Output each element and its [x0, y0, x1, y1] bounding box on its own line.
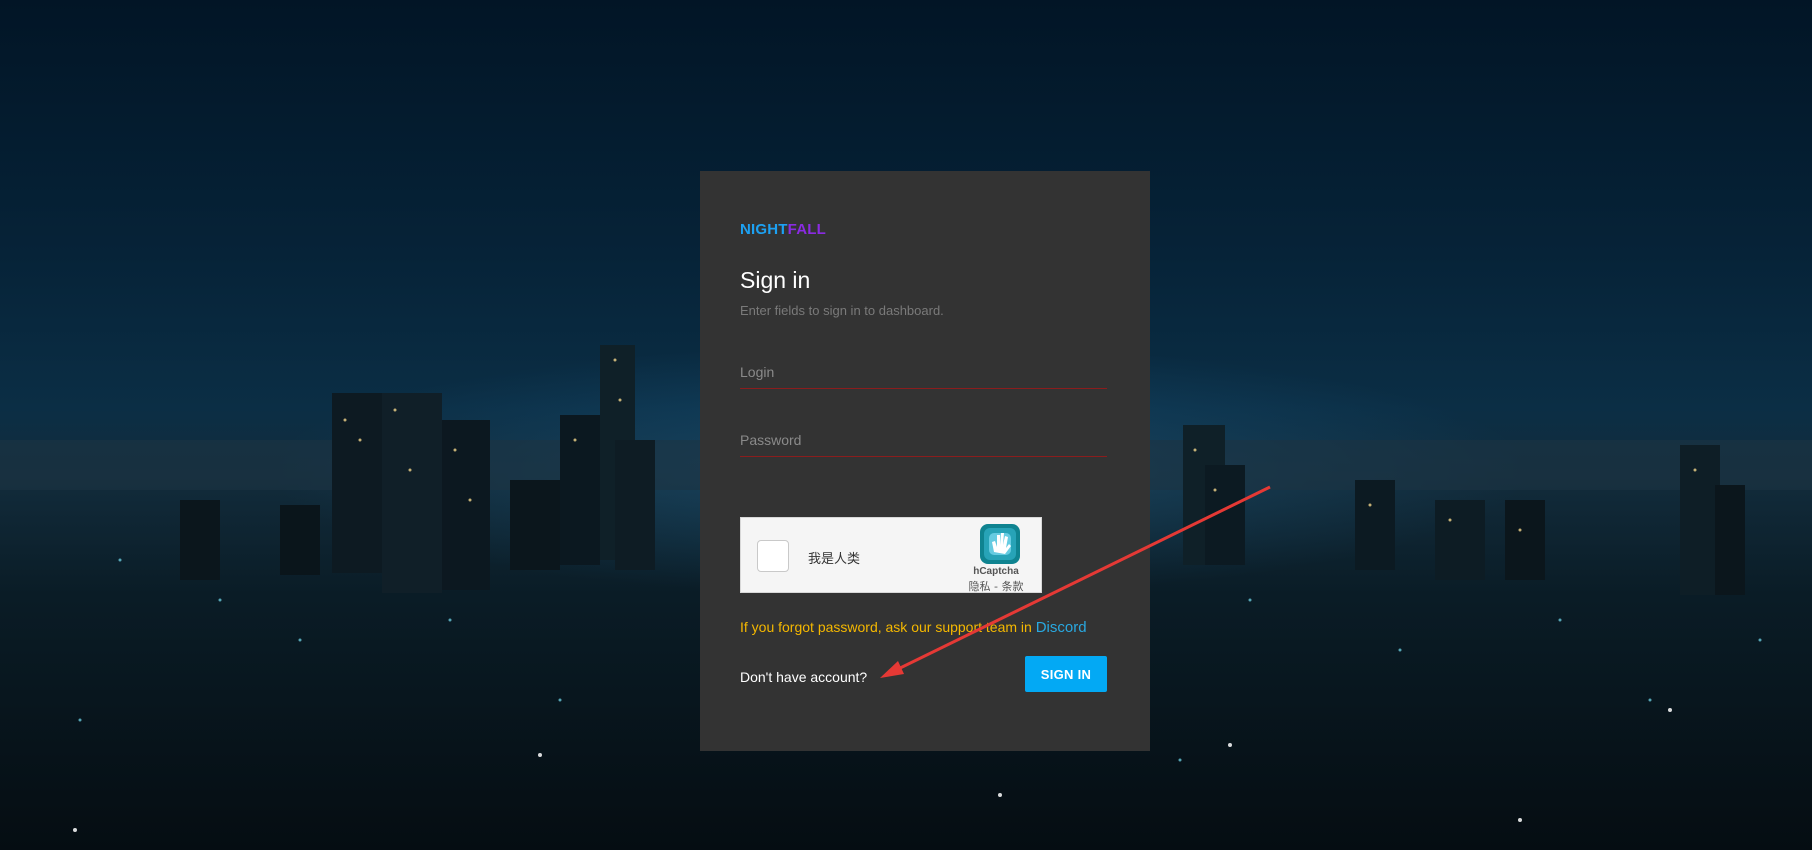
brand-part-fall: FALL [787, 221, 826, 238]
page-title: Sign in [740, 267, 811, 293]
hcaptcha-hand-icon [980, 524, 1020, 564]
hcaptcha-widget: 我是人类 hCaptcha 隐私 - 条款 [740, 517, 1042, 593]
forgot-password-text: If you forgot password, ask our support … [740, 619, 1087, 636]
discord-link[interactable]: Discord [1036, 619, 1087, 636]
captcha-checkbox[interactable] [757, 540, 789, 572]
captcha-brand: hCaptcha [973, 566, 1019, 577]
forgot-password-message: If you forgot password, ask our support … [740, 619, 1032, 635]
brand-logo: NIGHTFALL [740, 221, 826, 238]
login-field [740, 349, 1107, 389]
no-account-link[interactable]: Don't have account? [740, 669, 867, 685]
login-input[interactable] [740, 349, 1107, 388]
sign-in-card: NIGHTFALL Sign in Enter fields to sign i… [700, 171, 1150, 751]
captcha-label: 我是人类 [808, 552, 861, 567]
password-field [740, 417, 1107, 457]
captcha-terms-link[interactable]: 隐私 - 条款 [946, 578, 1046, 594]
page-subtitle: Enter fields to sign in to dashboard. [740, 303, 944, 318]
password-input[interactable] [740, 417, 1107, 456]
brand-part-night: NIGHT [740, 221, 788, 238]
sign-in-button[interactable]: SIGN IN [1025, 656, 1107, 692]
